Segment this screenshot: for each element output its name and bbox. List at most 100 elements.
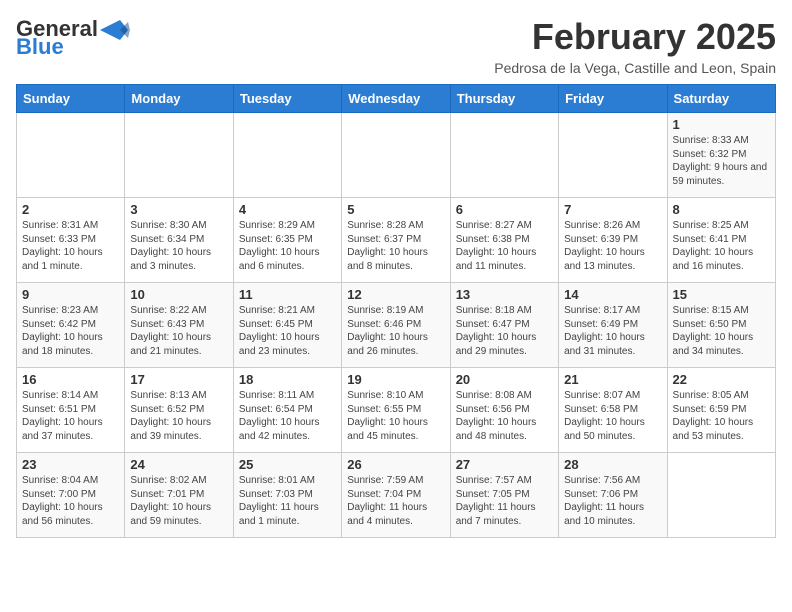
calendar-week-3: 9 Sunrise: 8:23 AM Sunset: 6:42 PM Daylig… xyxy=(17,283,776,368)
day-number: 9 xyxy=(22,287,119,302)
day-number: 28 xyxy=(564,457,661,472)
calendar-cell: 2 Sunrise: 8:31 AM Sunset: 6:33 PM Daylig… xyxy=(17,198,125,283)
calendar-cell: 15 Sunrise: 8:15 AM Sunset: 6:50 PM Dayli… xyxy=(667,283,775,368)
calendar-cell: 27 Sunrise: 7:57 AM Sunset: 7:05 PM Dayli… xyxy=(450,453,558,538)
calendar-cell: 21 Sunrise: 8:07 AM Sunset: 6:58 PM Dayli… xyxy=(559,368,667,453)
day-number: 24 xyxy=(130,457,227,472)
weekday-header-tuesday: Tuesday xyxy=(233,85,341,113)
calendar-cell: 16Sunrise: 8:14 AM Sunset: 6:51 PM Dayli… xyxy=(17,368,125,453)
day-info: Sunrise: 8:11 AM Sunset: 6:54 PM Dayligh… xyxy=(239,390,320,442)
calendar-cell: 7Sunrise: 8:26 AM Sunset: 6:39 PM Daylig… xyxy=(559,198,667,283)
calendar-cell: 24 Sunrise: 8:02 AM Sunset: 7:01 PM Dayli… xyxy=(125,453,233,538)
day-number: 22 xyxy=(673,372,770,387)
day-number: 6 xyxy=(456,202,553,217)
calendar-cell: 28 Sunrise: 7:56 AM Sunset: 7:06 PM Dayli… xyxy=(559,453,667,538)
calendar-cell: 8 Sunrise: 8:25 AM Sunset: 6:41 PM Daylig… xyxy=(667,198,775,283)
day-info: Sunrise: 8:23 AM Sunset: 6:42 PM Dayligh… xyxy=(22,305,103,357)
calendar-cell: 5 Sunrise: 8:28 AM Sunset: 6:37 PM Daylig… xyxy=(342,198,450,283)
calendar-cell xyxy=(125,113,233,198)
logo-blue-text: Blue xyxy=(16,34,64,60)
calendar-cell: 10 Sunrise: 8:22 AM Sunset: 6:43 PM Dayli… xyxy=(125,283,233,368)
calendar-cell: 9 Sunrise: 8:23 AM Sunset: 6:42 PM Daylig… xyxy=(17,283,125,368)
day-info: Sunrise: 8:22 AM Sunset: 6:43 PM Dayligh… xyxy=(130,305,211,357)
day-number: 26 xyxy=(347,457,444,472)
day-info: Sunrise: 8:25 AM Sunset: 6:41 PM Dayligh… xyxy=(673,220,754,272)
day-number: 25 xyxy=(239,457,336,472)
calendar-cell: 1 Sunrise: 8:33 AM Sunset: 6:32 PM Daylig… xyxy=(667,113,775,198)
day-info: Sunrise: 8:10 AM Sunset: 6:55 PM Dayligh… xyxy=(347,390,428,442)
calendar-header-row: SundayMondayTuesdayWednesdayThursdayFrid… xyxy=(17,85,776,113)
calendar-week-1: 1 Sunrise: 8:33 AM Sunset: 6:32 PM Daylig… xyxy=(17,113,776,198)
month-title: February 2025 xyxy=(494,16,776,58)
day-info: Sunrise: 8:08 AM Sunset: 6:56 PM Dayligh… xyxy=(456,390,537,442)
calendar-cell: 23Sunrise: 8:04 AM Sunset: 7:00 PM Dayli… xyxy=(17,453,125,538)
day-info: Sunrise: 8:02 AM Sunset: 7:01 PM Dayligh… xyxy=(130,475,211,527)
day-number: 4 xyxy=(239,202,336,217)
calendar-cell: 26 Sunrise: 7:59 AM Sunset: 7:04 PM Dayli… xyxy=(342,453,450,538)
day-info: Sunrise: 8:28 AM Sunset: 6:37 PM Dayligh… xyxy=(347,220,428,272)
calendar: SundayMondayTuesdayWednesdayThursdayFrid… xyxy=(16,84,776,538)
day-number: 20 xyxy=(456,372,553,387)
day-info: Sunrise: 8:27 AM Sunset: 6:38 PM Dayligh… xyxy=(456,220,537,272)
calendar-cell: 17 Sunrise: 8:13 AM Sunset: 6:52 PM Dayli… xyxy=(125,368,233,453)
day-info: Sunrise: 8:01 AM Sunset: 7:03 PM Dayligh… xyxy=(239,475,319,527)
day-info: Sunrise: 8:14 AM Sunset: 6:51 PM Dayligh… xyxy=(22,390,103,442)
day-number: 27 xyxy=(456,457,553,472)
calendar-week-2: 2 Sunrise: 8:31 AM Sunset: 6:33 PM Daylig… xyxy=(17,198,776,283)
weekday-header-wednesday: Wednesday xyxy=(342,85,450,113)
calendar-cell xyxy=(233,113,341,198)
day-info: Sunrise: 8:31 AM Sunset: 6:33 PM Dayligh… xyxy=(22,220,103,272)
day-info: Sunrise: 8:07 AM Sunset: 6:58 PM Dayligh… xyxy=(564,390,645,442)
day-info: Sunrise: 7:56 AM Sunset: 7:06 PM Dayligh… xyxy=(564,475,644,527)
day-info: Sunrise: 8:04 AM Sunset: 7:00 PM Dayligh… xyxy=(22,475,103,527)
day-number: 1 xyxy=(673,117,770,132)
calendar-cell: 6 Sunrise: 8:27 AM Sunset: 6:38 PM Daylig… xyxy=(450,198,558,283)
day-number: 12 xyxy=(347,287,444,302)
calendar-cell: 11Sunrise: 8:21 AM Sunset: 6:45 PM Dayli… xyxy=(233,283,341,368)
day-number: 14 xyxy=(564,287,661,302)
day-number: 11 xyxy=(239,287,336,302)
calendar-cell xyxy=(667,453,775,538)
calendar-cell: 20 Sunrise: 8:08 AM Sunset: 6:56 PM Dayli… xyxy=(450,368,558,453)
day-info: Sunrise: 8:29 AM Sunset: 6:35 PM Dayligh… xyxy=(239,220,320,272)
day-number: 8 xyxy=(673,202,770,217)
weekday-header-saturday: Saturday xyxy=(667,85,775,113)
location-title: Pedrosa de la Vega, Castille and Leon, S… xyxy=(494,60,776,76)
day-number: 2 xyxy=(22,202,119,217)
calendar-cell xyxy=(559,113,667,198)
day-info: Sunrise: 7:59 AM Sunset: 7:04 PM Dayligh… xyxy=(347,475,427,527)
calendar-cell xyxy=(17,113,125,198)
day-info: Sunrise: 8:33 AM Sunset: 6:32 PM Dayligh… xyxy=(673,135,768,187)
weekday-header-thursday: Thursday xyxy=(450,85,558,113)
calendar-cell: 12 Sunrise: 8:19 AM Sunset: 6:46 PM Dayli… xyxy=(342,283,450,368)
calendar-cell: 19 Sunrise: 8:10 AM Sunset: 6:55 PM Dayli… xyxy=(342,368,450,453)
calendar-week-4: 16Sunrise: 8:14 AM Sunset: 6:51 PM Dayli… xyxy=(17,368,776,453)
day-number: 15 xyxy=(673,287,770,302)
logo-arrow-icon xyxy=(100,20,130,40)
calendar-cell: 4 Sunrise: 8:29 AM Sunset: 6:35 PM Daylig… xyxy=(233,198,341,283)
calendar-cell xyxy=(450,113,558,198)
weekday-header-sunday: Sunday xyxy=(17,85,125,113)
logo: General Blue xyxy=(16,16,130,60)
day-number: 5 xyxy=(347,202,444,217)
day-number: 17 xyxy=(130,372,227,387)
day-info: Sunrise: 8:13 AM Sunset: 6:52 PM Dayligh… xyxy=(130,390,211,442)
day-number: 19 xyxy=(347,372,444,387)
day-number: 3 xyxy=(130,202,227,217)
calendar-cell: 25 Sunrise: 8:01 AM Sunset: 7:03 PM Dayli… xyxy=(233,453,341,538)
calendar-cell xyxy=(342,113,450,198)
day-number: 18 xyxy=(239,372,336,387)
day-info: Sunrise: 8:30 AM Sunset: 6:34 PM Dayligh… xyxy=(130,220,211,272)
calendar-cell: 14 Sunrise: 8:17 AM Sunset: 6:49 PM Dayli… xyxy=(559,283,667,368)
day-info: Sunrise: 8:15 AM Sunset: 6:50 PM Dayligh… xyxy=(673,305,754,357)
day-number: 10 xyxy=(130,287,227,302)
day-number: 21 xyxy=(564,372,661,387)
day-info: Sunrise: 8:18 AM Sunset: 6:47 PM Dayligh… xyxy=(456,305,537,357)
day-info: Sunrise: 7:57 AM Sunset: 7:05 PM Dayligh… xyxy=(456,475,536,527)
day-number: 13 xyxy=(456,287,553,302)
weekday-header-monday: Monday xyxy=(125,85,233,113)
day-info: Sunrise: 8:17 AM Sunset: 6:49 PM Dayligh… xyxy=(564,305,645,357)
day-info: Sunrise: 8:19 AM Sunset: 6:46 PM Dayligh… xyxy=(347,305,428,357)
calendar-cell: 18 Sunrise: 8:11 AM Sunset: 6:54 PM Dayli… xyxy=(233,368,341,453)
header: General Blue February 2025 Pedrosa de la… xyxy=(16,16,776,76)
